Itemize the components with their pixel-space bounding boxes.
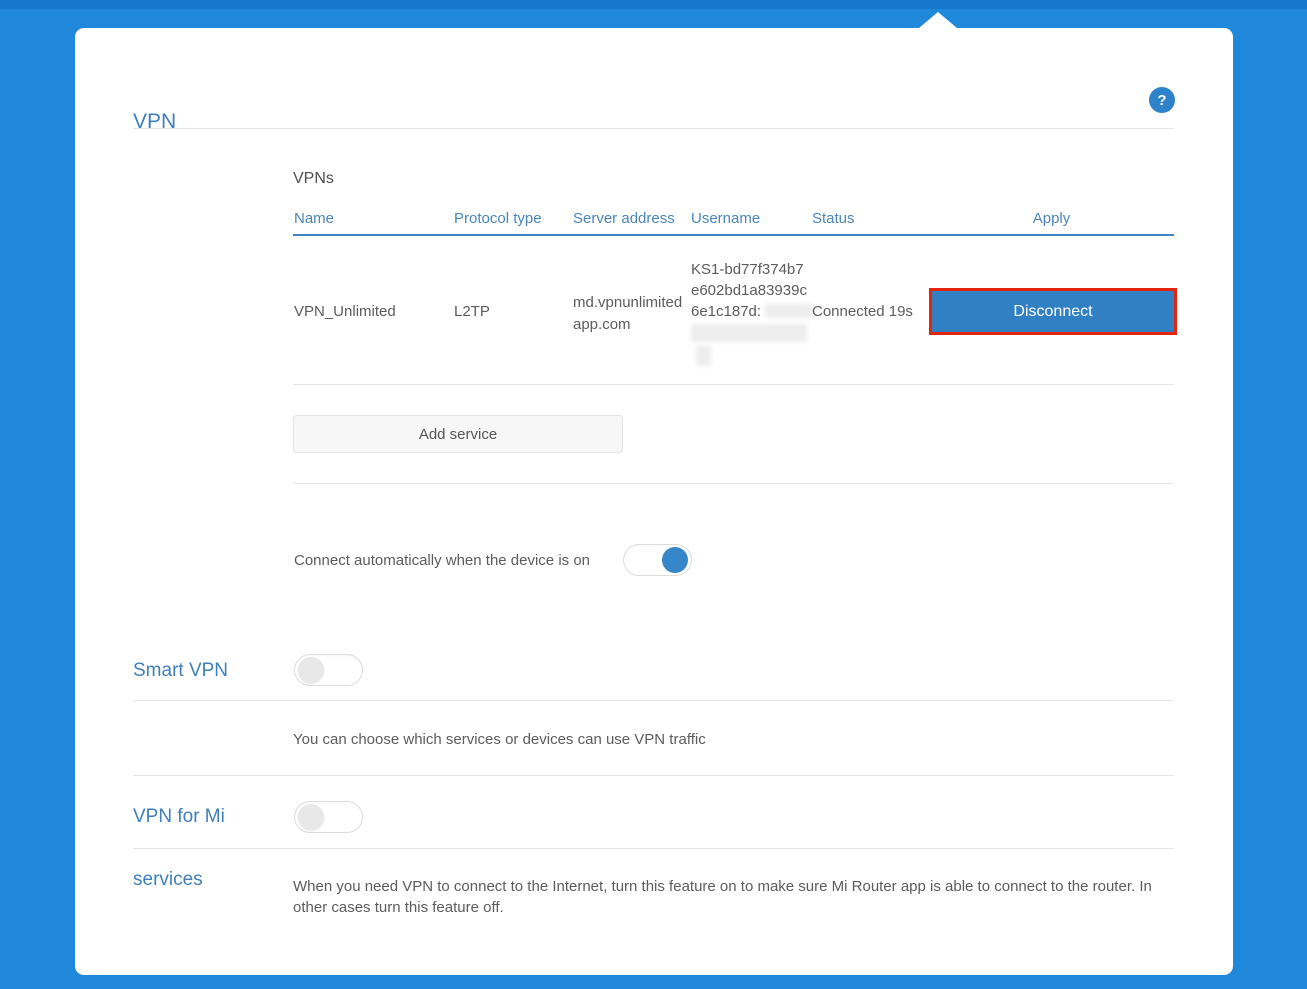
vpn-for-mi-services-toggle[interactable] <box>294 801 363 833</box>
smart-vpn-label: Smart VPN <box>133 660 229 681</box>
redacted-text-patch <box>691 324 807 342</box>
vpn-for-mi-services-description: When you need VPN to connect to the Inte… <box>293 878 1152 916</box>
vpn-row-protocol-type: L2TP <box>454 303 490 320</box>
help-icon[interactable]: ? <box>1149 87 1175 113</box>
username-line: e602bd1a83939c <box>691 282 807 299</box>
redacted-text-patch <box>696 346 711 366</box>
divider <box>133 700 1174 701</box>
column-header-status: Status <box>812 210 855 227</box>
divider <box>293 483 1174 484</box>
annotation-highlight-box: Disconnect <box>929 288 1177 335</box>
top-accent-bar <box>0 0 1307 9</box>
vpn-row-server-address: md.vpnunlimited app.com <box>573 292 682 336</box>
table-header-underline <box>293 234 1174 236</box>
username-line: 6e1c187d: <box>691 301 814 322</box>
smart-vpn-description: You can choose which services or devices… <box>293 731 706 748</box>
column-header-server-address: Server address <box>573 210 675 227</box>
column-header-username: Username <box>691 210 761 227</box>
panel-pointer-arrow <box>919 12 957 28</box>
page-title: VPN <box>133 110 177 133</box>
vpn-for-mi-label: VPN for Mi <box>133 806 225 827</box>
services-label: services <box>133 869 203 890</box>
vpn-row-name: VPN_Unlimited <box>294 303 396 320</box>
toggle-knob <box>298 657 324 683</box>
disconnect-button[interactable]: Disconnect <box>932 291 1174 332</box>
vpns-section-label: VPNs <box>293 170 334 187</box>
auto-connect-toggle[interactable] <box>623 544 692 576</box>
divider <box>133 848 1174 849</box>
vpn-row-username: KS1-bd77f374b7 e602bd1a83939c 6e1c187d: <box>691 259 814 366</box>
vpn-row-status: Connected 19s <box>812 303 913 320</box>
username-line: KS1-bd77f374b7 <box>691 261 804 278</box>
column-header-name: Name <box>294 210 335 227</box>
auto-connect-label: Connect automatically when the device is… <box>294 552 591 569</box>
add-service-button[interactable]: Add service <box>293 415 623 453</box>
divider <box>293 384 1174 385</box>
vpn-settings-panel: VPN ? VPNs Name Protocol type Server add… <box>75 12 1233 975</box>
toggle-knob <box>662 547 688 573</box>
column-header-protocol-type: Protocol type <box>454 210 542 227</box>
smart-vpn-toggle[interactable] <box>294 654 363 686</box>
toggle-knob <box>298 804 324 830</box>
divider <box>133 775 1174 776</box>
redacted-text-patch <box>765 304 814 318</box>
server-address-line: app.com <box>573 316 631 333</box>
column-header-apply: Apply <box>1032 210 1071 227</box>
divider <box>133 128 1174 129</box>
server-address-line: md.vpnunlimited <box>573 294 683 311</box>
